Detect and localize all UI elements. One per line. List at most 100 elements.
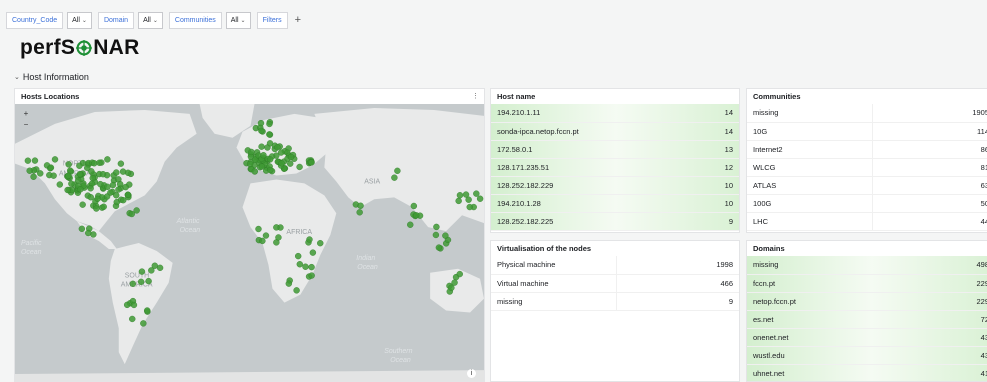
host-marker[interactable] [77,186,84,193]
host-marker[interactable] [65,172,72,179]
host-marker[interactable] [64,186,71,194]
domain-select[interactable]: All ⌄ [138,11,163,29]
row-header-host-information[interactable]: ⌄ Host Information [14,70,89,84]
host-marker[interactable] [287,153,295,161]
host-marker[interactable] [79,201,86,208]
host-marker[interactable] [277,149,285,156]
host-marker[interactable] [308,272,315,279]
host-marker[interactable] [74,177,82,184]
host-marker[interactable] [50,172,57,179]
host-marker[interactable] [433,223,440,231]
host-marker[interactable] [473,190,480,197]
map-attribution-info-icon[interactable]: i [467,369,476,378]
host-marker[interactable] [65,161,72,168]
host-marker[interactable] [31,157,39,164]
host-marker[interactable] [448,284,455,291]
variable-label-country-code[interactable]: Country_Code [6,11,64,29]
host-marker[interactable] [456,192,464,199]
host-marker[interactable] [391,174,398,181]
host-marker[interactable] [26,167,33,174]
host-marker[interactable] [93,205,100,212]
host-marker[interactable] [109,181,117,189]
host-marker[interactable] [455,197,462,205]
host-marker[interactable] [104,183,111,190]
host-marker[interactable] [137,278,145,285]
host-marker[interactable] [99,171,107,178]
host-marker[interactable] [306,236,313,243]
host-marker[interactable] [119,168,127,175]
host-marker[interactable] [273,224,280,231]
host-marker[interactable] [413,212,420,219]
add-filter-button[interactable]: + [295,14,301,26]
host-marker[interactable] [451,279,458,286]
host-marker[interactable] [76,171,84,178]
host-marker[interactable] [266,120,273,128]
host-marker[interactable] [130,301,138,309]
zoom-out-button[interactable]: − [21,120,31,130]
host-marker[interactable] [432,231,440,239]
host-marker[interactable] [144,307,151,314]
host-marker[interactable] [87,185,94,192]
host-marker[interactable] [100,203,107,210]
panel-menu-icon[interactable]: ⋮ [472,92,479,100]
host-marker[interactable] [462,191,470,198]
host-marker[interactable] [76,162,83,169]
host-marker[interactable] [308,159,315,166]
host-marker[interactable] [89,174,96,182]
host-marker[interactable] [129,280,137,287]
host-marker[interactable] [258,127,265,134]
host-marker[interactable] [78,225,86,232]
host-marker[interactable] [260,152,267,159]
host-marker[interactable] [129,315,136,323]
host-marker[interactable] [262,232,270,239]
host-marker[interactable] [115,186,122,193]
host-marker[interactable] [145,277,152,285]
host-marker[interactable] [103,193,111,200]
host-marker[interactable] [120,197,127,204]
host-marker[interactable] [56,181,63,188]
host-marker[interactable] [257,119,265,127]
host-marker[interactable] [435,244,443,251]
communities-select[interactable]: All ⌄ [225,11,251,29]
host-marker[interactable] [357,202,364,209]
host-marker[interactable] [123,301,131,309]
host-marker[interactable] [309,249,317,256]
host-marker[interactable] [113,169,120,176]
country-code-select[interactable]: All ⌄ [67,11,92,29]
host-marker[interactable] [140,320,147,327]
host-marker[interactable] [116,180,124,188]
host-marker[interactable] [87,194,94,201]
host-marker[interactable] [251,168,258,175]
filters-button[interactable]: Filters [256,11,288,29]
host-marker[interactable] [275,234,282,241]
host-marker[interactable] [267,166,274,174]
host-marker[interactable] [274,144,281,151]
host-marker[interactable] [85,229,92,237]
host-marker[interactable] [51,156,59,163]
host-marker[interactable] [124,191,132,198]
host-marker[interactable] [97,180,104,188]
host-marker[interactable] [266,140,274,147]
host-marker[interactable] [24,157,32,164]
host-marker[interactable] [285,280,293,287]
host-marker[interactable] [278,160,285,167]
host-marker[interactable] [293,287,300,294]
host-marker[interactable] [122,183,129,191]
host-marker[interactable] [302,263,309,270]
host-marker[interactable] [394,167,401,174]
host-marker[interactable] [308,263,315,271]
host-marker[interactable] [156,264,164,271]
host-marker[interactable] [248,148,255,156]
host-marker[interactable] [296,163,303,171]
host-marker[interactable] [138,268,146,275]
host-marker[interactable] [258,163,266,170]
host-marker[interactable] [295,252,302,260]
host-marker[interactable] [84,164,91,172]
host-marker[interactable] [91,160,98,167]
host-marker[interactable] [47,164,55,171]
host-marker[interactable] [317,240,324,247]
host-marker[interactable] [133,207,140,214]
host-marker[interactable] [410,202,418,210]
host-marker[interactable] [94,195,101,202]
host-marker[interactable] [296,261,303,268]
